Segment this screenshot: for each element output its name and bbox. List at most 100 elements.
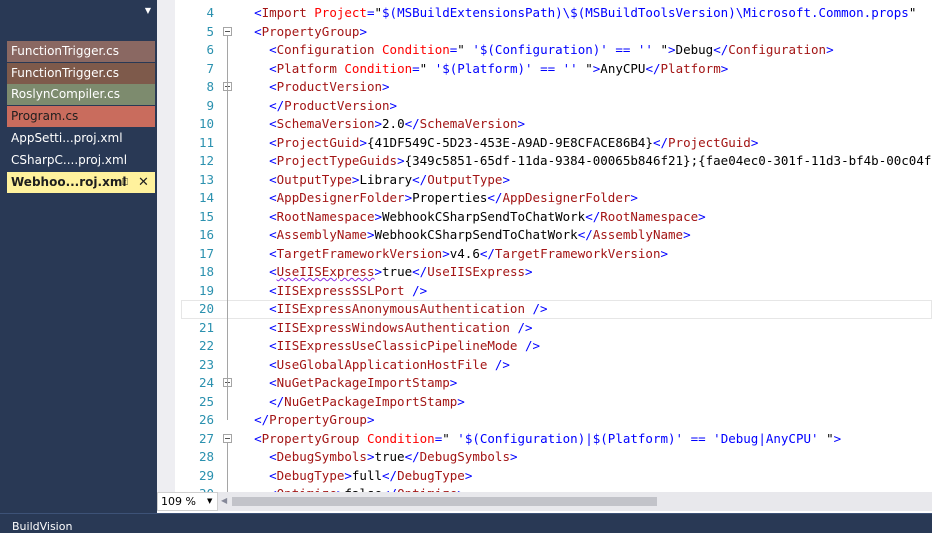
line-number: 11 [198, 134, 214, 150]
document-tab-label: RoslynCompiler.cs [11, 87, 121, 101]
code-line[interactable]: 25 </NuGetPackageImportStamp> [181, 393, 932, 412]
document-tab[interactable]: CSharpC....proj.xml [7, 150, 155, 171]
code-line[interactable]: 26 </PropertyGroup> [181, 411, 932, 430]
line-number: 6 [206, 42, 214, 57]
code-text: <SchemaVersion>2.0</SchemaVersion> [269, 116, 526, 131]
line-number: 27 [198, 430, 214, 446]
line-number: 18 [198, 264, 214, 279]
line-number: 14 [198, 190, 214, 205]
document-tab[interactable]: Webhoo...roj.xml ⍐ ✕ [7, 172, 155, 193]
code-text: <AppDesignerFolder>Properties</AppDesign… [269, 190, 638, 205]
zoom-level-dropdown[interactable]: 109 % ▼ [157, 492, 218, 511]
code-line[interactable]: 23 <UseGlobalApplicationHostFile /> [181, 356, 932, 375]
outlining-guide [227, 442, 228, 492]
code-text: <UseIISExpress>true</UseIISExpress> [269, 264, 533, 279]
line-number: 26 [198, 412, 214, 427]
close-icon[interactable]: ✕ [138, 172, 149, 193]
scroll-left-icon[interactable]: ◀ [221, 496, 227, 505]
code-line[interactable]: 9 </ProductVersion> [181, 97, 932, 116]
document-tab[interactable]: Program.cs [7, 106, 155, 127]
code-line[interactable]: 16 <AssemblyName>WebhookCSharpSendToChat… [181, 226, 932, 245]
document-tab[interactable]: FunctionTrigger.cs [7, 41, 155, 62]
line-number: 17 [198, 245, 214, 261]
line-number: 29 [198, 467, 214, 483]
code-line[interactable]: 22 <IISExpressUseClassicPipelineMode /> [181, 337, 932, 356]
code-text: <NuGetPackageImportStamp> [269, 375, 458, 390]
buildvision-label[interactable]: BuildVision [12, 520, 72, 533]
horizontal-scrollbar[interactable]: ◀ [218, 492, 932, 511]
code-line[interactable]: 30 <Optimize>false</Optimize> [181, 485, 932, 492]
code-line[interactable]: 15 <RootNamespace>WebhookCSharpSendToCha… [181, 208, 932, 227]
code-line[interactable]: 5 <PropertyGroup> [181, 23, 932, 42]
code-text: <Platform Condition=" '$(Platform)' == '… [269, 60, 729, 76]
line-number: 13 [198, 171, 214, 187]
line-number: 15 [198, 208, 214, 224]
pin-icon[interactable]: ⍐ [122, 172, 128, 193]
collapse-icon[interactable] [223, 433, 232, 443]
line-number: 23 [198, 356, 214, 372]
code-line[interactable]: 28 <DebugSymbols>true</DebugSymbols> [181, 448, 932, 467]
code-lines[interactable]: 4 <Import Project="$(MSBuildExtensionsPa… [181, 0, 932, 492]
document-tab[interactable]: AppSetti...proj.xml [7, 128, 155, 149]
document-tab[interactable]: FunctionTrigger.cs [7, 63, 155, 84]
code-text: <TargetFrameworkVersion>v4.6</TargetFram… [269, 245, 669, 261]
line-number: 20 [198, 301, 214, 316]
document-tab-label: FunctionTrigger.cs [11, 44, 119, 58]
code-text: <IISExpressWindowsAuthentication /> [269, 319, 533, 335]
code-line[interactable]: 13 <OutputType>Library</OutputType> [181, 171, 932, 190]
line-number: 4 [206, 5, 214, 20]
code-text: <Configuration Condition=" '$(Configurat… [269, 42, 834, 57]
code-text: <ProjectGuid>{41DF549C-5D23-453E-A9AD-9E… [269, 134, 759, 150]
code-line[interactable]: 11 <ProjectGuid>{41DF549C-5D23-453E-A9AD… [181, 134, 932, 153]
code-line[interactable]: 19 <IISExpressSSLPort /> [181, 282, 932, 301]
document-tab[interactable]: RoslynCompiler.cs [7, 84, 155, 105]
code-line[interactable]: 20 <IISExpressAnonymousAuthentication /> [181, 300, 932, 319]
document-tab-label: Webhoo...roj.xml [11, 175, 127, 189]
line-number: 7 [206, 60, 214, 76]
chevron-down-icon: ▼ [207, 497, 213, 505]
indicator-margin [157, 0, 175, 492]
code-text: <PropertyGroup> [254, 23, 367, 39]
outlining-guide [227, 387, 228, 402]
code-text: <DebugSymbols>true</DebugSymbols> [269, 449, 518, 464]
line-number: 21 [198, 319, 214, 335]
document-tab-label: Program.cs [11, 109, 79, 123]
code-line[interactable]: 8 <ProductVersion> [181, 78, 932, 97]
code-line[interactable]: 7 <Platform Condition=" '$(Platform)' ==… [181, 60, 932, 79]
collapse-icon[interactable] [223, 26, 232, 36]
code-line[interactable]: 6 <Configuration Condition=" '$(Configur… [181, 41, 932, 60]
code-line[interactable]: 21 <IISExpressWindowsAuthentication /> [181, 319, 932, 338]
code-line[interactable]: 10 <SchemaVersion>2.0</SchemaVersion> [181, 115, 932, 134]
code-editor[interactable]: 4 <Import Project="$(MSBuildExtensionsPa… [157, 0, 932, 513]
line-number: 10 [198, 116, 214, 131]
line-number: 5 [206, 23, 214, 39]
code-line[interactable]: 29 <DebugType>full</DebugType> [181, 467, 932, 486]
code-text: <ProjectTypeGuids>{349c5851-65df-11da-93… [269, 153, 932, 168]
document-tab-label: CSharpC....proj.xml [11, 153, 128, 167]
code-line[interactable]: 24 <NuGetPackageImportStamp> [181, 374, 932, 393]
code-text: <OutputType>Library</OutputType> [269, 171, 510, 187]
code-line[interactable]: 27 <PropertyGroup Condition=" '$(Configu… [181, 430, 932, 449]
tab-list-dropdown-icon[interactable]: ▼ [141, 5, 155, 17]
code-text: <Optimize>false</Optimize> [239, 485, 465, 492]
code-text: <UseGlobalApplicationHostFile /> [269, 356, 510, 372]
line-number: 25 [198, 393, 214, 409]
code-line[interactable]: 18 <UseIISExpress>true</UseIISExpress> [181, 263, 932, 282]
code-text: <Import Project="$(MSBuildExtensionsPath… [254, 5, 917, 20]
code-line[interactable]: 12 <ProjectTypeGuids>{349c5851-65df-11da… [181, 152, 932, 171]
status-bar: BuildVision [0, 513, 932, 533]
zoom-level-value: 109 % [161, 495, 196, 508]
code-text: <ProductVersion> [269, 79, 390, 94]
horizontal-scroll-thumb[interactable] [232, 497, 657, 506]
code-line[interactable]: 4 <Import Project="$(MSBuildExtensionsPa… [181, 4, 932, 23]
code-text: <IISExpressUseClassicPipelineMode /> [269, 338, 541, 353]
line-number: 12 [198, 153, 214, 168]
code-text: <RootNamespace>WebhookCSharpSendToChatWo… [269, 208, 706, 224]
code-text: <IISExpressAnonymousAuthentication /> [269, 301, 548, 316]
line-number: 24 [198, 375, 214, 390]
code-text: </NuGetPackageImportStamp> [269, 393, 465, 409]
line-number: 16 [198, 227, 214, 242]
line-number: 9 [206, 97, 214, 113]
code-line[interactable]: 14 <AppDesignerFolder>Properties</AppDes… [181, 189, 932, 208]
code-line[interactable]: 17 <TargetFrameworkVersion>v4.6</TargetF… [181, 245, 932, 264]
